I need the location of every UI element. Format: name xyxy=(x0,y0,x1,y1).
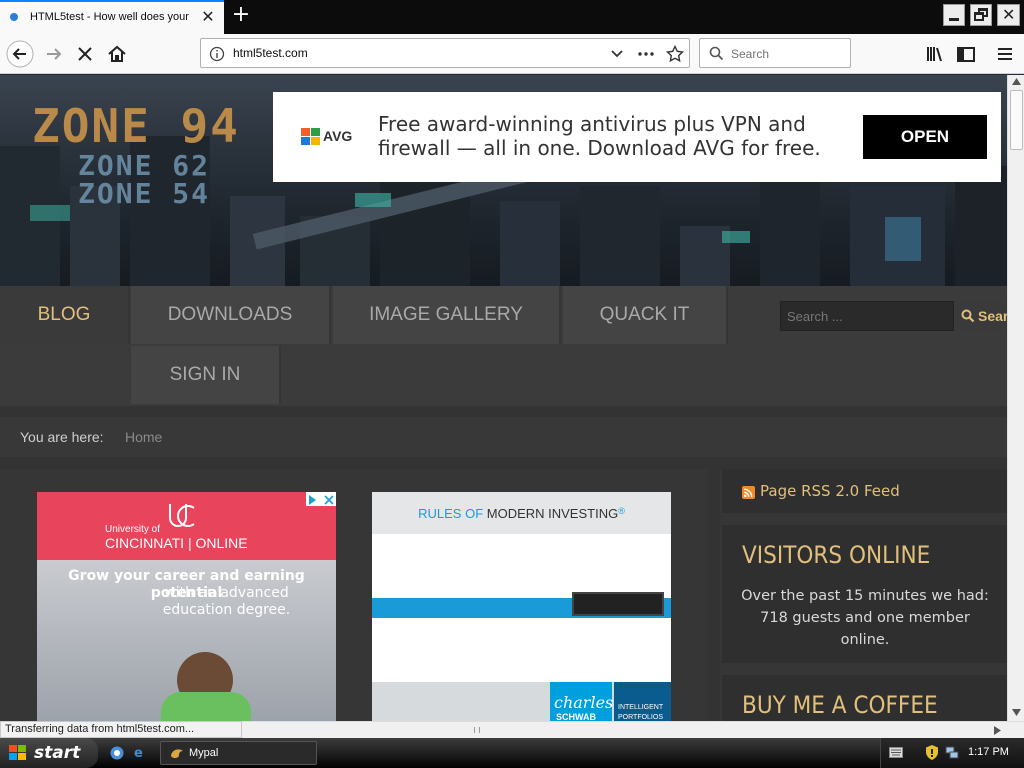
avg-logo-icon xyxy=(301,128,320,145)
network-icon[interactable] xyxy=(945,746,959,759)
bookmark-star-icon[interactable] xyxy=(666,45,684,63)
vertical-scrollbar[interactable] xyxy=(1007,75,1024,721)
visitors-title: VISITORS ONLINE xyxy=(742,541,931,569)
visitors-body: Over the past 15 minutes we had: 718 gue… xyxy=(741,588,989,648)
tab-close-icon[interactable]: ✕ xyxy=(199,7,217,27)
keyboard-icon[interactable] xyxy=(889,747,903,758)
site-info-icon[interactable] xyxy=(209,46,225,62)
ad1-subhead: with an advanced education degree. xyxy=(162,585,291,618)
dropdown-chevron-icon[interactable] xyxy=(609,47,625,61)
breadcrumb-home[interactable]: Home xyxy=(125,429,162,445)
ad2-headline: RULES OF MODERN INVESTING® xyxy=(372,506,671,521)
visitors-widget: VISITORS ONLINE Over the past 15 minutes… xyxy=(722,525,1007,663)
site-search-button[interactable]: Sear xyxy=(954,301,1007,331)
ad2-brand-3: INTELLIGENT xyxy=(618,704,664,711)
vertical-scroll-thumb[interactable] xyxy=(1010,90,1023,150)
rss-icon xyxy=(742,486,755,499)
scroll-down-icon[interactable] xyxy=(1012,709,1021,716)
browser-search-box[interactable]: Search xyxy=(699,38,851,68)
ad-open-button[interactable]: OPEN xyxy=(863,115,987,159)
taskbar-item-mypal[interactable]: Mypal xyxy=(160,741,317,765)
site-header-banner: ZONE 94 ZONE 62 ZONE 54 ✕ AVG Free award… xyxy=(0,75,1007,286)
home-button[interactable] xyxy=(103,40,131,68)
hamburger-menu-icon[interactable] xyxy=(991,40,1019,68)
status-bar-text: Transferring data from html5test.com... xyxy=(0,721,242,738)
page-actions-icon[interactable] xyxy=(637,46,655,62)
ad1-university-small: University of xyxy=(105,524,161,535)
menu-item-quack-it[interactable]: QUACK IT xyxy=(563,286,728,344)
mypal-app-icon xyxy=(171,749,183,758)
ad2-brand-2: SCHWAB xyxy=(556,712,596,721)
site-favicon-icon xyxy=(10,13,18,21)
ad2-headline-c: ® xyxy=(618,506,625,516)
coffee-widget: BUY ME A COFFEE xyxy=(722,675,1007,721)
rss-widget: Page RSS 2.0 Feed xyxy=(722,469,1007,513)
ad2-brand-1: charles xyxy=(554,693,614,712)
forward-button[interactable] xyxy=(40,40,68,68)
university-ad[interactable]: University of CINCINNATI | ONLINE Grow y… xyxy=(37,492,336,721)
schwab-ad[interactable]: RULES OF MODERN INVESTING® charles SCHWA… xyxy=(372,492,671,721)
ad2-headline-b: MODERN INVESTING xyxy=(486,506,619,521)
ad-brand: AVG xyxy=(323,128,353,144)
menu-item-downloads[interactable]: DOWNLOADS xyxy=(131,286,331,344)
breadcrumb-label: You are here: xyxy=(20,429,104,445)
browser-quicklaunch-icon[interactable] xyxy=(110,746,124,760)
ad-text: Free award-winning antivirus plus VPN an… xyxy=(378,112,821,160)
window-restore-button[interactable] xyxy=(970,4,992,26)
start-label: start xyxy=(34,743,81,763)
main-menu: BLOG DOWNLOADS IMAGE GALLERY QUACK IT SI… xyxy=(0,286,1007,406)
scroll-right-icon[interactable] xyxy=(994,726,1001,735)
search-icon xyxy=(709,46,724,61)
rss-link[interactable]: Page RSS 2.0 Feed xyxy=(760,482,900,500)
horizontal-scroll-grip[interactable] xyxy=(474,727,480,733)
top-banner-ad[interactable]: AVG Free award-winning antivirus plus VP… xyxy=(273,92,1001,182)
adchoices-icon[interactable] xyxy=(306,492,336,506)
window-close-button[interactable]: ✕ xyxy=(997,4,1020,26)
svg-text:e: e xyxy=(134,746,143,759)
back-button[interactable] xyxy=(6,40,34,68)
menu-item-sign-in[interactable]: SIGN IN xyxy=(131,346,281,404)
security-shield-icon[interactable] xyxy=(925,745,939,760)
web-page: ZONE 94 ZONE 62 ZONE 54 ✕ AVG Free award… xyxy=(0,75,1007,721)
menu-item-image-gallery[interactable]: IMAGE GALLERY xyxy=(333,286,561,344)
search-placeholder: Search xyxy=(731,47,770,61)
stop-loading-button[interactable] xyxy=(71,40,99,68)
window-minimize-button[interactable] xyxy=(943,4,965,26)
breadcrumb: You are here: Home xyxy=(0,417,1007,457)
coffee-title: BUY ME A COFFEE xyxy=(742,691,938,719)
new-tab-button[interactable]: + xyxy=(229,4,253,28)
ad1-university-big: CINCINNATI | ONLINE xyxy=(105,535,248,551)
search-icon xyxy=(961,309,975,323)
site-search-button-label: Sear xyxy=(978,308,1007,324)
url-text: html5test.com xyxy=(233,46,308,60)
os-taskbar: start e Mypal 1:17 PM xyxy=(0,738,1024,768)
tray-clock[interactable]: 1:17 PM xyxy=(968,746,1009,758)
ad2-brand-4: PORTFOLIOS xyxy=(618,714,663,721)
site-search-input[interactable]: Search ... xyxy=(780,301,954,331)
sidebar: Page RSS 2.0 Feed VISITORS ONLINE Over t… xyxy=(720,469,1007,721)
tab-title: HTML5test - How well does your b xyxy=(30,11,190,23)
start-button[interactable]: start xyxy=(0,738,98,768)
uc-logo-icon xyxy=(169,504,195,527)
browser-tab-active[interactable]: HTML5test - How well does your b ✕ xyxy=(0,0,224,34)
address-bar[interactable]: html5test.com xyxy=(200,38,690,68)
main-content: University of CINCINNATI | ONLINE Grow y… xyxy=(0,469,708,721)
site-logo-sub-2: ZONE 54 xyxy=(78,177,211,210)
site-search-placeholder: Search ... xyxy=(787,309,843,324)
ie-quicklaunch-icon[interactable]: e xyxy=(133,745,147,759)
library-icon[interactable] xyxy=(920,40,948,68)
ad2-headline-a: RULES OF xyxy=(418,506,487,521)
tab-strip: HTML5test - How well does your b ✕ + ✕ xyxy=(0,0,1024,34)
scroll-up-icon[interactable] xyxy=(1012,78,1021,85)
taskbar-item-label: Mypal xyxy=(189,747,219,759)
sidebar-toggle-icon[interactable] xyxy=(952,40,980,68)
windows-logo-icon xyxy=(9,745,26,760)
site-logo-main[interactable]: ZONE 94 xyxy=(32,99,240,153)
navigation-toolbar: html5test.com Search xyxy=(0,34,1024,74)
menu-item-blog[interactable]: BLOG xyxy=(0,286,130,344)
